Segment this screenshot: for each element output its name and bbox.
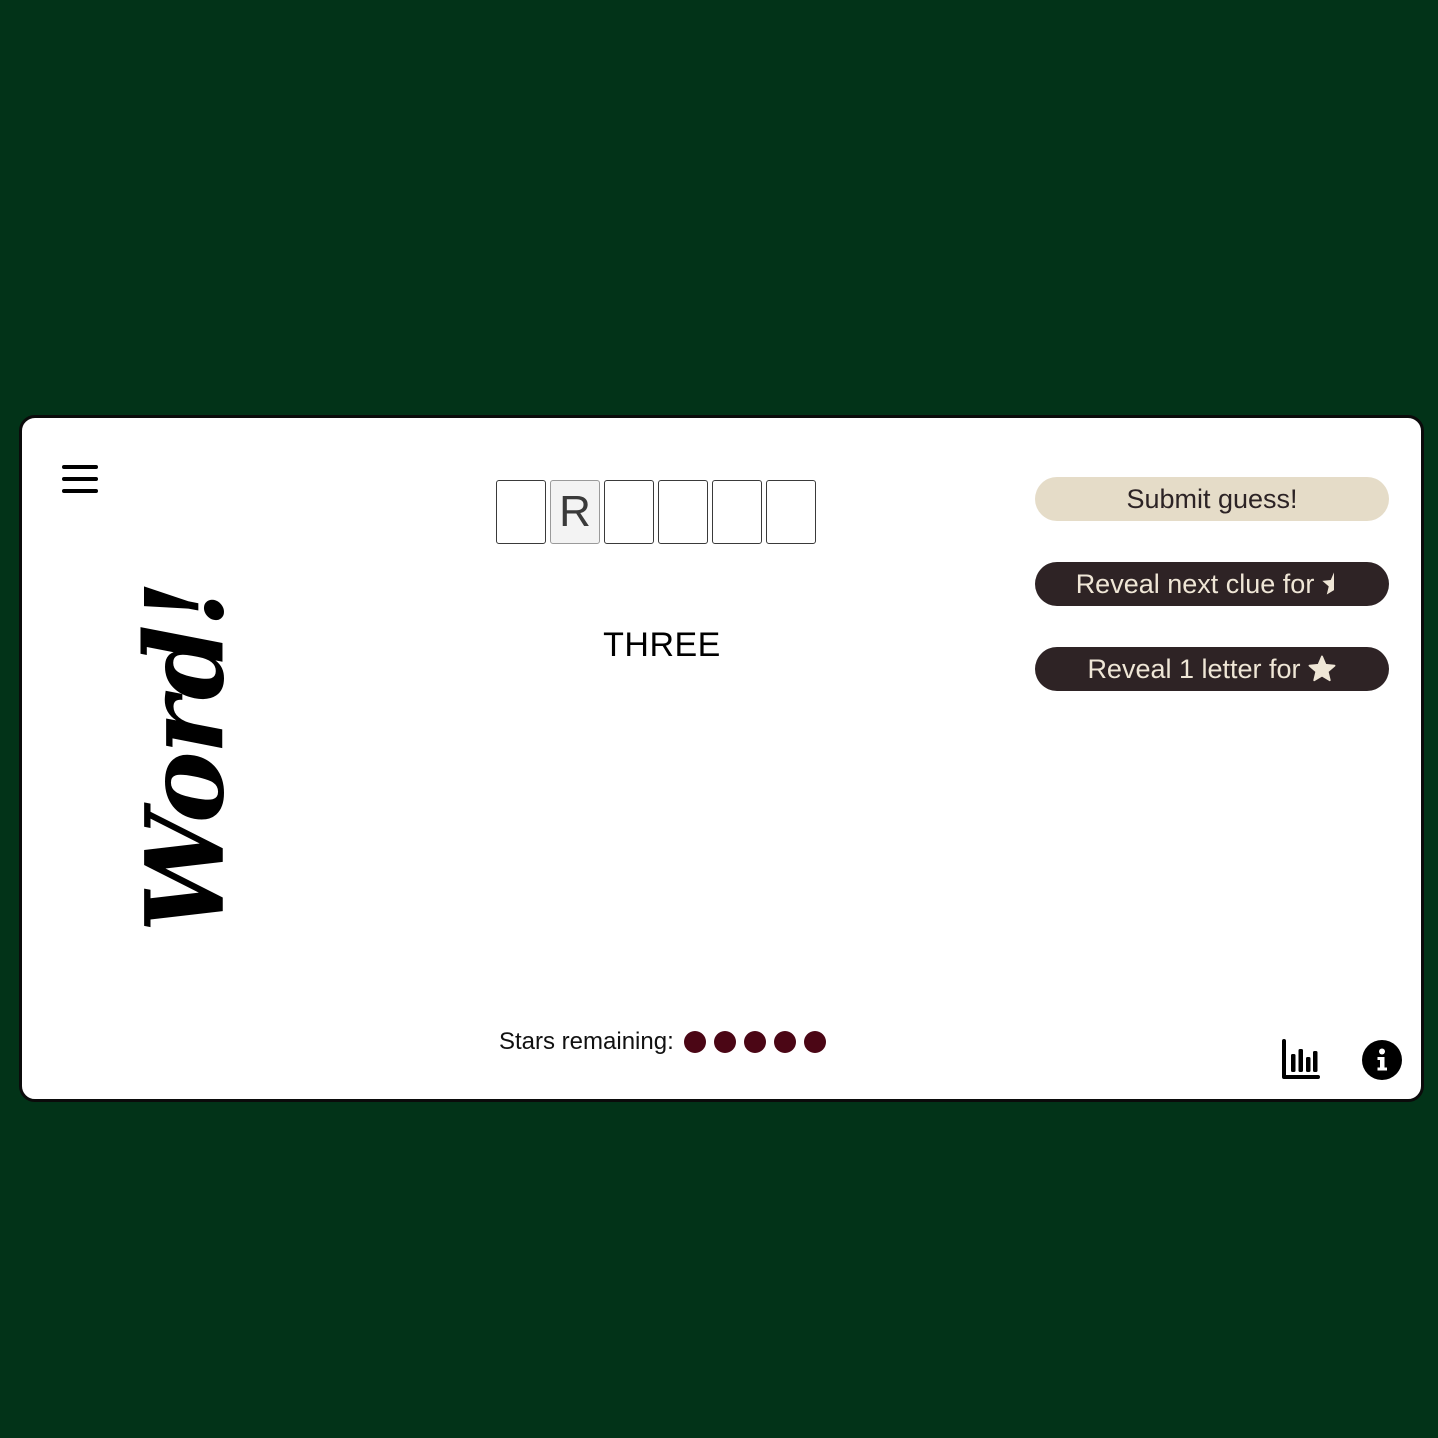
- game-card: Word! R THREE Submit guess! Reveal next …: [19, 415, 1424, 1102]
- star-icon: [1308, 655, 1335, 682]
- logo-text: Word!: [123, 583, 249, 933]
- info-icon[interactable]: [1362, 1040, 1402, 1080]
- letter-tile[interactable]: [712, 480, 762, 544]
- letter-tile[interactable]: [496, 480, 546, 544]
- star-dots: [683, 1031, 826, 1053]
- reveal-letter-button[interactable]: Reveal 1 letter for: [1035, 647, 1389, 691]
- letter-tiles: R: [496, 480, 816, 544]
- logo: Word!: [36, 583, 336, 932]
- bar-chart-icon[interactable]: [1281, 1038, 1321, 1080]
- star-dot: [803, 1031, 826, 1053]
- letter-tile[interactable]: R: [550, 480, 600, 544]
- reveal-letter-label: Reveal 1 letter for: [1087, 653, 1301, 684]
- hamburger-menu-icon[interactable]: [62, 462, 98, 496]
- star-dot: [713, 1031, 736, 1053]
- letter-tile[interactable]: [604, 480, 654, 544]
- clue-text: THREE: [603, 626, 721, 664]
- star-dot: [743, 1031, 766, 1053]
- reveal-clue-label: Reveal next clue for: [1075, 568, 1315, 599]
- letter-tile[interactable]: [766, 480, 816, 544]
- stars-remaining-label: Stars remaining:: [499, 1028, 674, 1055]
- star-dot: [773, 1031, 796, 1053]
- stars-remaining: Stars remaining:: [499, 1028, 826, 1056]
- reveal-clue-button[interactable]: Reveal next clue for: [1035, 562, 1389, 606]
- submit-guess-button[interactable]: Submit guess!: [1035, 477, 1389, 521]
- letter-tile[interactable]: [658, 480, 708, 544]
- submit-guess-label: Submit guess!: [1126, 483, 1298, 514]
- half-star-icon: [1322, 572, 1335, 595]
- star-dot: [683, 1031, 706, 1053]
